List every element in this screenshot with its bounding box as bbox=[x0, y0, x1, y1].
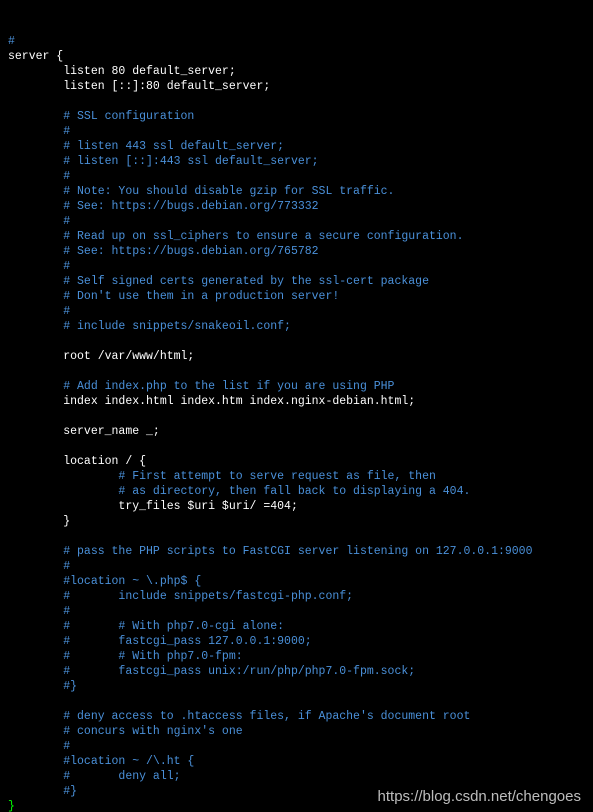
code-line: server_name _; bbox=[8, 424, 585, 439]
code-line: listen [::]:80 default_server; bbox=[8, 79, 585, 94]
code-line: #} bbox=[8, 679, 585, 694]
code-line: index index.html index.htm index.nginx-d… bbox=[8, 394, 585, 409]
code-line: # listen 443 ssl default_server; bbox=[8, 139, 585, 154]
code-line bbox=[8, 94, 585, 109]
code-line: #location ~ \.php$ { bbox=[8, 574, 585, 589]
code-line: # pass the PHP scripts to FastCGI server… bbox=[8, 544, 585, 559]
code-line: # SSL configuration bbox=[8, 109, 585, 124]
terminal-viewport[interactable]: #server { listen 80 default_server; list… bbox=[0, 0, 593, 812]
code-line: # include snippets/snakeoil.conf; bbox=[8, 319, 585, 334]
code-line: # deny all; bbox=[8, 769, 585, 784]
code-line: # bbox=[8, 259, 585, 274]
code-line: # bbox=[8, 559, 585, 574]
code-line: } bbox=[8, 514, 585, 529]
code-line bbox=[8, 364, 585, 379]
code-line bbox=[8, 694, 585, 709]
code-line: # Read up on ssl_ciphers to ensure a sec… bbox=[8, 229, 585, 244]
code-line: listen 80 default_server; bbox=[8, 64, 585, 79]
code-line: # bbox=[8, 604, 585, 619]
code-line: # bbox=[8, 214, 585, 229]
code-line bbox=[8, 409, 585, 424]
code-line: # concurs with nginx's one bbox=[8, 724, 585, 739]
code-line: # deny access to .htaccess files, if Apa… bbox=[8, 709, 585, 724]
code-line: # See: https://bugs.debian.org/773332 bbox=[8, 199, 585, 214]
code-line: # bbox=[8, 34, 585, 49]
code-line: # fastcgi_pass unix:/run/php/php7.0-fpm.… bbox=[8, 664, 585, 679]
code-line: # bbox=[8, 739, 585, 754]
code-line: try_files $uri $uri/ =404; bbox=[8, 499, 585, 514]
code-line: # Don't use them in a production server! bbox=[8, 289, 585, 304]
code-line: # as directory, then fall back to displa… bbox=[8, 484, 585, 499]
code-line bbox=[8, 334, 585, 349]
code-line: # Note: You should disable gzip for SSL … bbox=[8, 184, 585, 199]
code-line: #location ~ /\.ht { bbox=[8, 754, 585, 769]
watermark-text: https://blog.csdn.net/chengoes bbox=[378, 789, 581, 804]
config-file-content: #server { listen 80 default_server; list… bbox=[8, 34, 585, 812]
code-line: # Self signed certs generated by the ssl… bbox=[8, 274, 585, 289]
code-line: server { bbox=[8, 49, 585, 64]
code-line: # # With php7.0-fpm: bbox=[8, 649, 585, 664]
code-line: # # With php7.0-cgi alone: bbox=[8, 619, 585, 634]
code-line: # bbox=[8, 124, 585, 139]
code-line: # See: https://bugs.debian.org/765782 bbox=[8, 244, 585, 259]
code-line: # include snippets/fastcgi-php.conf; bbox=[8, 589, 585, 604]
code-line: # listen [::]:443 ssl default_server; bbox=[8, 154, 585, 169]
code-line: location / { bbox=[8, 454, 585, 469]
code-line: # bbox=[8, 304, 585, 319]
code-line: # fastcgi_pass 127.0.0.1:9000; bbox=[8, 634, 585, 649]
code-line bbox=[8, 529, 585, 544]
code-line: # Add index.php to the list if you are u… bbox=[8, 379, 585, 394]
code-line: # bbox=[8, 169, 585, 184]
code-line: # First attempt to serve request as file… bbox=[8, 469, 585, 484]
code-line bbox=[8, 439, 585, 454]
code-line: root /var/www/html; bbox=[8, 349, 585, 364]
